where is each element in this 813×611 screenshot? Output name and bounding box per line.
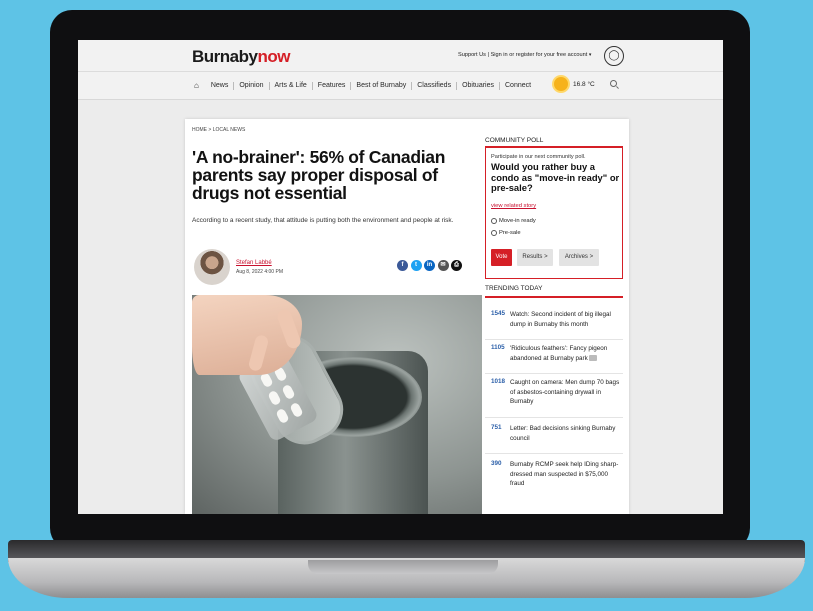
email-icon[interactable]: ✉ xyxy=(437,260,449,271)
temperature: 16.8 °C xyxy=(573,80,595,88)
sun-icon xyxy=(554,77,568,91)
trending-item[interactable]: 1545 Watch: Second incident of big illeg… xyxy=(485,310,623,340)
radio-icon[interactable] xyxy=(491,218,497,224)
nav-item-arts-life[interactable]: Arts & Life xyxy=(270,81,313,90)
chevron-down-icon[interactable]: ▾ xyxy=(589,52,592,58)
poll-question: Would you rather buy a condo as "move-in… xyxy=(491,161,620,193)
trending-item[interactable]: 1105 'Ridiculous feathers': Fancy pigeon… xyxy=(485,344,623,374)
user-icon[interactable]: ◯ xyxy=(604,46,624,66)
nav-item-classifieds[interactable]: Classifieds xyxy=(412,81,458,90)
article-page: HOME > LOCAL NEWS 'A no-brainer': 56% of… xyxy=(185,119,629,514)
trending-item[interactable]: 751 Letter: Bad decisions sinking Burnab… xyxy=(485,424,623,454)
trending-count: 751 xyxy=(491,424,502,431)
author-link[interactable]: Stefan Labbé xyxy=(236,260,272,266)
article-hero-image xyxy=(192,295,482,514)
nav-item-obituaries[interactable]: Obituaries xyxy=(457,81,500,90)
publish-date: Aug 8, 2022 4:00 PM xyxy=(236,269,283,275)
nav-item-opinion[interactable]: Opinion xyxy=(234,81,270,90)
archives-button[interactable]: Archives > xyxy=(559,249,599,266)
print-icon[interactable]: ⎙ xyxy=(451,260,462,271)
trending-heading: TRENDING TODAY xyxy=(485,285,623,298)
view-related-story-link[interactable]: view related story xyxy=(491,203,536,209)
share-buttons: f t in ✉ ⎙ xyxy=(397,260,465,271)
poll-intro: Participate in our next community poll. xyxy=(491,154,586,160)
article-subhead: According to a recent study, that attitu… xyxy=(192,217,454,224)
nav-item-best-of-burnaby[interactable]: Best of Burnaby xyxy=(351,81,413,90)
home-icon[interactable]: ⌂ xyxy=(194,81,199,90)
browser-screen: Burnabynow Support Us | Sign in or regis… xyxy=(78,40,723,514)
facebook-icon[interactable]: f xyxy=(397,260,408,271)
trending-title[interactable]: Letter: Bad decisions sinking Burnaby co… xyxy=(510,424,620,443)
radio-icon[interactable] xyxy=(491,230,497,236)
nav-item-features[interactable]: Features xyxy=(313,81,352,90)
trending-title[interactable]: Burnaby RCMP seek help IDing sharp-dress… xyxy=(510,460,620,489)
main-nav: ⌂ News Opinion Arts & Life Features Best… xyxy=(78,72,723,100)
support-link[interactable]: Support Us xyxy=(458,52,486,58)
nav-item-connect[interactable]: Connect xyxy=(500,82,536,90)
poll-option-move-in-ready[interactable]: Move-in ready xyxy=(491,218,536,224)
video-icon xyxy=(589,354,598,361)
trending-count: 1545 xyxy=(491,310,506,317)
trending-title[interactable]: Watch: Second incident of big illegal du… xyxy=(510,310,620,329)
trending-count: 1105 xyxy=(491,344,505,351)
poll-option-pre-sale[interactable]: Pre-sale xyxy=(491,230,521,236)
laptop-notch xyxy=(308,560,498,574)
site-logo[interactable]: Burnabynow xyxy=(192,47,290,67)
account-links: Support Us | Sign in or register for you… xyxy=(458,52,592,58)
author-avatar[interactable] xyxy=(194,249,230,285)
search-icon[interactable] xyxy=(610,80,617,87)
signin-link[interactable]: Sign in or register for your free accoun… xyxy=(491,52,588,58)
trending-item[interactable]: 390 Burnaby RCMP seek help IDing sharp-d… xyxy=(485,460,623,500)
vote-button[interactable]: Vote xyxy=(491,249,512,266)
community-poll: Participate in our next community poll. … xyxy=(485,146,623,279)
trending-title[interactable]: 'Ridiculous feathers': Fancy pigeon aban… xyxy=(510,344,620,363)
nav-item-news[interactable]: News xyxy=(206,81,235,90)
linkedin-icon[interactable]: in xyxy=(424,260,435,271)
laptop-base xyxy=(8,540,805,600)
twitter-icon[interactable]: t xyxy=(410,260,422,271)
site-header: Burnabynow Support Us | Sign in or regis… xyxy=(78,40,723,72)
trending-title[interactable]: Caught on camera: Men dump 70 bags of as… xyxy=(510,378,620,407)
breadcrumb[interactable]: HOME > LOCAL NEWS xyxy=(192,127,245,133)
trending-count: 1018 xyxy=(491,378,506,385)
trending-item[interactable]: 1018 Caught on camera: Men dump 70 bags … xyxy=(485,378,623,418)
results-button[interactable]: Results > xyxy=(517,249,553,266)
poll-heading: COMMUNITY POLL xyxy=(485,137,544,144)
trending-count: 390 xyxy=(491,460,502,467)
article-headline: 'A no-brainer': 56% of Canadian parents … xyxy=(192,147,446,203)
weather-widget[interactable]: 16.8 °C xyxy=(554,77,595,91)
